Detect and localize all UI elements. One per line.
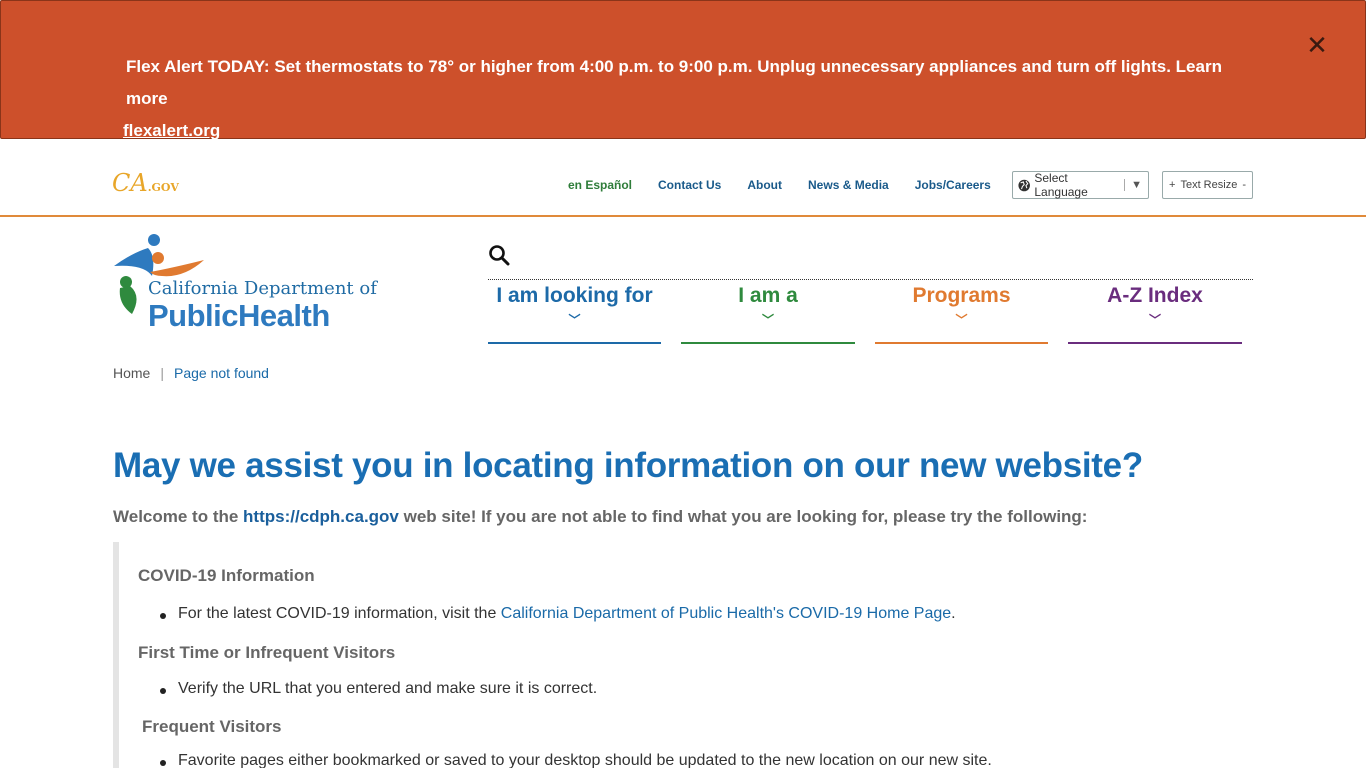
language-select[interactable]: Select Language ▼ (1012, 171, 1149, 199)
welcome-post: web site! If you are not able to find wh… (398, 507, 1088, 526)
breadcrumb-home[interactable]: Home (113, 365, 150, 381)
chevron-down-icon: ﹀ (955, 313, 968, 327)
welcome-pre: Welcome to the (113, 507, 244, 526)
link-jobs-careers[interactable]: Jobs/Careers (915, 178, 991, 192)
cdph-site-link[interactable]: https://cdph.ca.gov (243, 507, 399, 526)
search-bar[interactable] (488, 240, 1253, 280)
alert-text: Flex Alert TODAY: Set thermostats to 78°… (126, 57, 1222, 108)
nav-i-am-a[interactable]: I am a ﹀ (681, 284, 855, 344)
page-title: May we assist you in locating informatio… (113, 446, 1143, 485)
logo-line-2: PublicHealth (148, 298, 330, 333)
breadcrumb: Home | Page not found (113, 365, 269, 381)
ca-logo-text: CA (112, 169, 148, 197)
chevron-down-icon: ﹀ (761, 313, 774, 327)
list-item-text: . (951, 605, 956, 622)
flexalert-link[interactable]: flexalert.org (123, 121, 220, 140)
nav-label: I am looking for (496, 284, 653, 307)
section-heading-frequent: Frequent Visitors (142, 717, 282, 736)
chevron-down-icon: ▼ (1124, 179, 1148, 191)
breadcrumb-current[interactable]: Page not found (174, 365, 269, 381)
link-news-media[interactable]: News & Media (808, 178, 889, 192)
section-heading-covid: COVID-19 Information (138, 566, 315, 585)
globe-icon (1018, 179, 1030, 191)
list-item-text: For the latest COVID-19 information, vis… (178, 605, 501, 622)
text-resize-control[interactable]: + Text Resize - (1162, 171, 1253, 199)
language-label: Select Language (1034, 171, 1088, 199)
alert-message: Flex Alert TODAY: Set thermostats to 78°… (123, 51, 1256, 147)
logo-line-1: California Department of (148, 278, 377, 299)
close-icon[interactable]: ✕ (1303, 31, 1331, 59)
chevron-down-icon: ﹀ (568, 313, 581, 327)
nav-label: I am a (738, 284, 798, 307)
nav-programs[interactable]: Programs ﹀ (875, 284, 1048, 344)
link-en-espanol[interactable]: en Español (568, 178, 632, 192)
text-decrease-button[interactable]: - (1242, 179, 1246, 191)
chevron-down-icon: ﹀ (1148, 313, 1161, 327)
text-increase-button[interactable]: + (1169, 179, 1175, 191)
flex-alert-banner: Flex Alert TODAY: Set thermostats to 78°… (0, 0, 1366, 140)
nav-label: Programs (912, 284, 1011, 307)
section-heading-first-time: First Time or Infrequent Visitors (138, 643, 396, 662)
nav-a-z-index[interactable]: A-Z Index ﹀ (1068, 284, 1242, 344)
nav-label: A-Z Index (1107, 284, 1203, 307)
ca-logo-suffix: .GOV (147, 181, 179, 194)
text-resize-label: Text Resize (1180, 179, 1238, 191)
cdph-logo[interactable]: California Department of PublicHealth (112, 228, 382, 338)
link-about[interactable]: About (747, 178, 782, 192)
list-item: For the latest COVID-19 information, vis… (160, 605, 956, 623)
help-section: COVID-19 Information For the latest COVI… (113, 542, 1253, 768)
list-item: Favorite pages either bookmarked or save… (160, 752, 992, 768)
ca-gov-logo[interactable]: CA.GOV (112, 169, 179, 197)
nav-i-am-looking-for[interactable]: I am looking for ﹀ (488, 284, 661, 344)
utility-links: en Español Contact Us About News & Media… (568, 178, 991, 192)
breadcrumb-separator: | (160, 365, 164, 381)
covid-home-link[interactable]: California Department of Public Health's… (501, 605, 951, 622)
utility-header: CA.GOV en Español Contact Us About News … (0, 139, 1366, 217)
list-item: Verify the URL that you entered and make… (159, 680, 598, 697)
link-contact-us[interactable]: Contact Us (658, 178, 721, 192)
search-icon[interactable] (488, 244, 510, 266)
welcome-text: Welcome to the https://cdph.ca.gov web s… (113, 507, 1087, 527)
